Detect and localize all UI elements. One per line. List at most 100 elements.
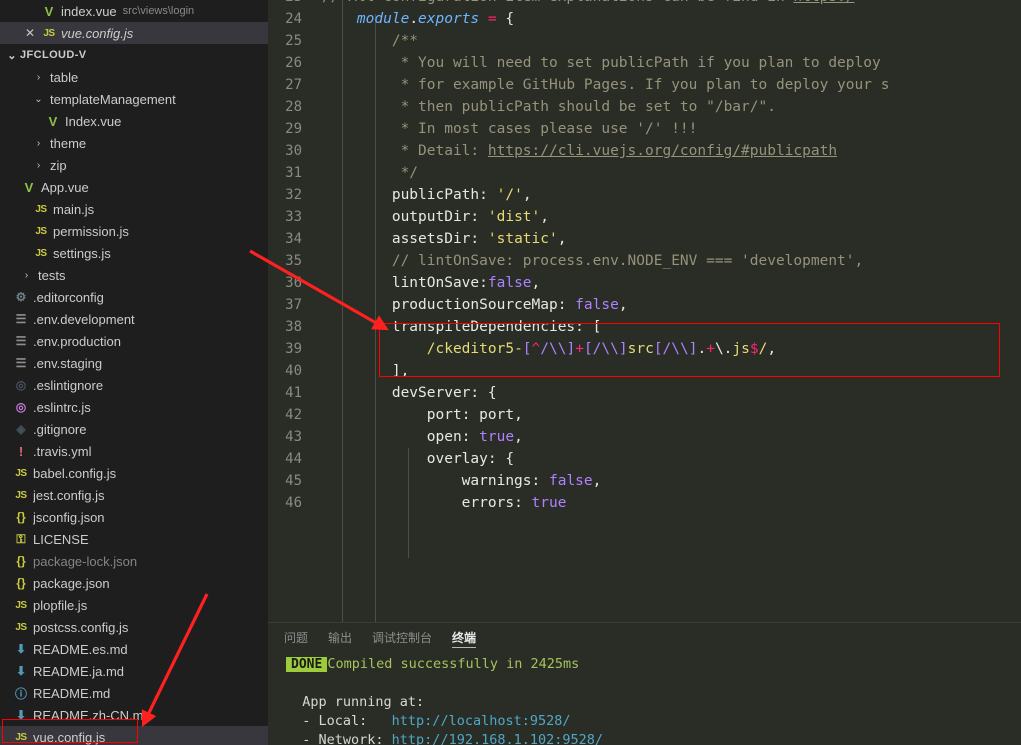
file-tree-row[interactable]: V App.vue: [0, 176, 268, 198]
js-icon: JS: [35, 203, 47, 215]
env-icon: ☰: [15, 356, 27, 370]
file-tree-row[interactable]: V Index.vue: [0, 110, 268, 132]
file-tree-row[interactable]: ☰ .env.production: [0, 330, 268, 352]
js-icon: JS: [15, 599, 27, 611]
explorer-root-header[interactable]: ⌄ JFCLOUD-V: [0, 44, 268, 66]
file-tree-row[interactable]: ⓘ README.md: [0, 682, 268, 704]
open-editors-section: V index.vue src\views\login ✕ JS vue.con…: [0, 0, 268, 44]
file-tree-row-label: package-lock.json: [33, 553, 138, 569]
file-tree-row[interactable]: › zip: [0, 154, 268, 176]
terminal-network-url[interactable]: http://192.168.1.102:9528/: [392, 732, 603, 745]
panel-tab[interactable]: 输出: [328, 623, 352, 651]
code-line[interactable]: 27 * for example GitHub Pages. If you pl…: [268, 74, 1021, 96]
code-line[interactable]: 46 errors: true: [268, 492, 1021, 514]
code-token: lintOnSave: [322, 275, 480, 291]
code-line[interactable]: 35 // lintOnSave: process.env.NODE_ENV =…: [268, 250, 1021, 272]
file-tree-row[interactable]: ⬇ README.zh-CN.md: [0, 704, 268, 726]
code-line[interactable]: 44 overlay: {: [268, 448, 1021, 470]
file-tree-row[interactable]: JS settings.js: [0, 242, 268, 264]
file-tree-row[interactable]: JS main.js: [0, 198, 268, 220]
code-line[interactable]: 28 * then publicPath should be set to "/…: [268, 96, 1021, 118]
terminal-output[interactable]: DONE Compiled successfully in 2425ms App …: [268, 651, 1021, 745]
code-token: :: [479, 275, 488, 291]
code-line[interactable]: 30 * Detail: https://cli.vuejs.org/confi…: [268, 140, 1021, 162]
open-editor-row-vue-config-js[interactable]: ✕ JS vue.config.js: [0, 22, 268, 44]
file-tree-row[interactable]: {} jsconfig.json: [0, 506, 268, 528]
file-tree-row-label: jest.config.js: [33, 487, 105, 503]
file-tree-row-label: App.vue: [41, 179, 89, 195]
code-line[interactable]: 41 devServer: {: [268, 382, 1021, 404]
file-tree-row[interactable]: JS jest.config.js: [0, 484, 268, 506]
code-token: :: [557, 297, 576, 313]
file-tree-row[interactable]: ◎ .eslintignore: [0, 374, 268, 396]
code-line[interactable]: 31 */: [268, 162, 1021, 184]
code-token: [: [592, 319, 602, 335]
file-tree-row[interactable]: ☰ .env.staging: [0, 352, 268, 374]
file-tree-row[interactable]: ⬇ README.ja.md: [0, 660, 268, 682]
terminal-local-url[interactable]: http://localhost:9528/: [392, 713, 571, 729]
file-tree-row[interactable]: JS babel.config.js: [0, 462, 268, 484]
code-token: :: [575, 319, 593, 335]
file-tree-row[interactable]: JS permission.js: [0, 220, 268, 242]
file-tree-row[interactable]: JS vue.config.js: [0, 726, 268, 745]
file-tree-row[interactable]: ◈ .gitignore: [0, 418, 268, 440]
file-tree-row-label: .editorconfig: [33, 289, 104, 305]
code-line-text: * for example GitHub Pages. If you plan …: [320, 77, 890, 93]
file-tree-row[interactable]: › tests: [0, 264, 268, 286]
file-tree-row[interactable]: JS plopfile.js: [0, 594, 268, 616]
code-line[interactable]: 26 * You will need to set publicPath if …: [268, 52, 1021, 74]
file-tree-row[interactable]: ⌄ templateManagement: [0, 88, 268, 110]
code-line[interactable]: 42 port: port,: [268, 404, 1021, 426]
file-tree-row[interactable]: ☰ .env.development: [0, 308, 268, 330]
file-tree-row[interactable]: {} package-lock.json: [0, 550, 268, 572]
code-line[interactable]: 24 module.exports = {: [268, 8, 1021, 30]
panel-tab[interactable]: 调试控制台: [372, 623, 432, 651]
line-number: 43: [285, 429, 302, 445]
panel-tab[interactable]: 终端: [452, 623, 477, 651]
file-tree-row[interactable]: ⚿ LICENSE: [0, 528, 268, 550]
code-line[interactable]: 25 /**: [268, 30, 1021, 52]
code-token: errors: [322, 495, 515, 511]
code-line[interactable]: 43 open: true,: [268, 426, 1021, 448]
code-line[interactable]: 39 /ckeditor5-[^/\\]+[/\\]src[/\\].+\.js…: [268, 338, 1021, 360]
env-icon: ☰: [15, 334, 27, 348]
file-tree-row[interactable]: › theme: [0, 132, 268, 154]
code-line[interactable]: 29 * In most cases please use '/' !!!: [268, 118, 1021, 140]
code-editor[interactable]: 23// All configuration item explanations…: [268, 0, 1021, 622]
panel-tab-bar: 问题 输出 调试控制台 终端: [268, 623, 1021, 651]
code-token: assetsDir: [322, 231, 471, 247]
code-line[interactable]: 38 transpileDependencies: [: [268, 316, 1021, 338]
file-tree-row[interactable]: JS postcss.config.js: [0, 616, 268, 638]
file-tree-row-label: table: [50, 69, 79, 85]
code-token: src: [627, 341, 654, 357]
code-line-text: open: true,: [320, 429, 523, 445]
file-tree-row[interactable]: ⬇ README.es.md: [0, 638, 268, 660]
panel-tab[interactable]: 问题: [284, 623, 308, 651]
open-editor-row-index-vue[interactable]: V index.vue src\views\login: [0, 0, 268, 22]
code-token: false: [487, 275, 532, 291]
code-line[interactable]: 40 ],: [268, 360, 1021, 382]
file-tree-row[interactable]: ⚙ .editorconfig: [0, 286, 268, 308]
code-line[interactable]: 37 productionSourceMap: false,: [268, 294, 1021, 316]
code-token: * for example GitHub Pages. If you plan …: [322, 77, 890, 93]
code-line[interactable]: 36 lintOnSave:false,: [268, 272, 1021, 294]
code-line[interactable]: 32 publicPath: '/',: [268, 184, 1021, 206]
file-tree-row[interactable]: ◎ .eslintrc.js: [0, 396, 268, 418]
code-line[interactable]: 34 assetsDir: 'static',: [268, 228, 1021, 250]
code-token: ,: [618, 297, 628, 313]
code-line[interactable]: 45 warnings: false,: [268, 470, 1021, 492]
code-token: ]: [618, 341, 628, 357]
code-token: '/': [496, 187, 523, 203]
file-tree-row[interactable]: ! .travis.yml: [0, 440, 268, 462]
file-tree-row[interactable]: {} package.json: [0, 572, 268, 594]
code-line-text: * In most cases please use '/' !!!: [320, 121, 698, 137]
file-tree-row[interactable]: › table: [0, 66, 268, 88]
code-line[interactable]: 23// All configuration item explanations…: [268, 0, 1021, 8]
close-icon[interactable]: ✕: [22, 26, 38, 40]
line-number: 31: [285, 165, 302, 181]
code-token: :: [461, 407, 480, 423]
open-editor-name: vue.config.js: [61, 25, 134, 41]
git-icon: ◈: [16, 422, 26, 436]
code-line[interactable]: 33 outputDir: 'dist',: [268, 206, 1021, 228]
